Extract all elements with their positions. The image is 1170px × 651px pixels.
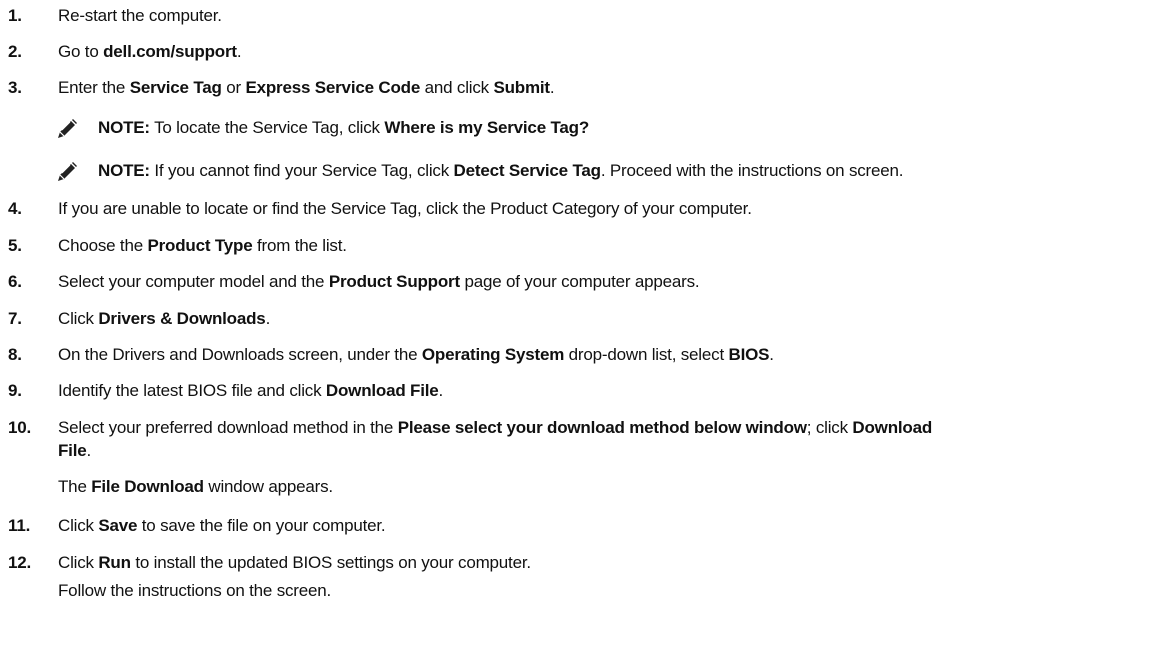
text-run: . Proceed with the instructions on scree… — [600, 161, 904, 180]
text-run: to save the file on your computer. — [137, 516, 386, 535]
bold-run: Product Type — [147, 236, 253, 255]
text-run: Choose the — [58, 236, 148, 255]
text-run: . — [438, 381, 444, 400]
note-text: NOTE: If you cannot find your Service Ta… — [98, 161, 904, 181]
text-run: . — [236, 42, 242, 61]
bold-run: Submit — [493, 78, 550, 97]
bold-run: Express Service Code — [245, 78, 421, 97]
step-text: Enter the Service Tag or Express Service… — [58, 78, 555, 98]
text-run: Select your computer model and the — [58, 272, 329, 291]
text-run: . — [769, 345, 774, 364]
bold-run: Please select your download method below… — [397, 418, 807, 437]
step-number: 8. — [8, 345, 22, 364]
text-run: and click — [420, 78, 494, 97]
step-text: Click Save to save the file on your comp… — [58, 516, 386, 536]
step-number: 3. — [8, 78, 22, 97]
note-label: NOTE: — [98, 118, 150, 137]
text-run: drop-down list, select — [564, 345, 729, 364]
step-text: Choose the Product Type from the list. — [58, 236, 347, 256]
step-text: Select your preferred download method in… — [58, 418, 932, 438]
bold-run: Where is my Service Tag? — [384, 118, 590, 137]
bold-run: Service Tag — [129, 78, 222, 97]
step-text: Identify the latest BIOS file and click … — [58, 381, 443, 401]
text-run: Click — [58, 309, 99, 328]
step-10-result: The File Download window appears. — [58, 477, 333, 497]
note-label: NOTE: — [98, 161, 150, 180]
bold-run: Download — [852, 418, 933, 437]
pencil-note-icon — [58, 119, 77, 138]
text-run: Follow the instructions on the screen. — [58, 581, 332, 600]
step-number: 10. — [8, 418, 32, 437]
step-12-followup: Follow the instructions on the screen. — [58, 581, 331, 601]
text-run: from the list. — [252, 236, 347, 255]
text-run: Select your preferred download method in… — [58, 418, 398, 437]
step-number: 7. — [8, 309, 22, 328]
step-number: 4. — [8, 199, 22, 218]
bold-run: Download File — [325, 381, 439, 400]
step-number: 5. — [8, 236, 22, 255]
bold-run: dell.com/support — [103, 42, 237, 61]
text-run: Click — [58, 553, 99, 572]
text-run: . — [265, 309, 271, 328]
bold-run: Run — [98, 553, 131, 572]
text-run: Go to — [58, 42, 104, 61]
note-text: NOTE: To locate the Service Tag, click W… — [98, 118, 589, 138]
text-run: If you are unable to locate or find the … — [58, 199, 752, 218]
bold-run: Operating System — [421, 345, 565, 364]
step-text: On the Drivers and Downloads screen, und… — [58, 345, 774, 365]
step-number: 11. — [8, 516, 31, 535]
text-run: To locate the Service Tag, click — [149, 118, 385, 137]
step-text: Re-start the computer. — [58, 6, 222, 26]
text-run: If you cannot find your Service Tag, cli… — [149, 161, 454, 180]
bold-run: Product Support — [328, 272, 460, 291]
text-run: page of your computer appears. — [459, 272, 700, 291]
text-run: . — [86, 441, 92, 460]
text-run: Identify the latest BIOS file and click — [58, 381, 326, 400]
step-number: 2. — [8, 42, 22, 61]
step-text: Click Drivers & Downloads. — [58, 309, 270, 329]
text-run: Re-start the computer. — [58, 6, 222, 25]
pencil-note-icon — [58, 162, 77, 181]
step-number: 6. — [8, 272, 22, 291]
bold-run: File Download — [91, 477, 204, 496]
text-run: ; click — [806, 418, 853, 437]
step-text: Select your computer model and the Produ… — [58, 272, 700, 292]
text-run: . — [549, 78, 555, 97]
text-run: On the Drivers and Downloads screen, und… — [58, 345, 422, 364]
step-text: If you are unable to locate or find the … — [58, 199, 752, 219]
step-number: 9. — [8, 381, 22, 400]
bold-run: File — [58, 441, 87, 460]
text-run: to install the updated BIOS settings on … — [130, 553, 531, 572]
bold-run: Save — [98, 516, 138, 535]
text-run: The — [58, 477, 92, 496]
bold-run: Drivers & Downloads — [98, 309, 266, 328]
bold-run: Detect Service Tag — [453, 161, 601, 180]
text-run: window appears. — [203, 477, 333, 496]
step-number: 12. — [8, 553, 32, 572]
bold-run: BIOS — [728, 345, 770, 364]
text-run: Click — [58, 516, 99, 535]
step-text: Go to dell.com/support. — [58, 42, 242, 62]
text-run: or — [221, 78, 246, 97]
text-run: Enter the — [58, 78, 130, 97]
step-10-continuation: File. — [58, 441, 91, 461]
document-page: 1. Re-start the computer. 2. Go to dell.… — [0, 0, 1170, 651]
step-text: Click Run to install the updated BIOS se… — [58, 553, 531, 573]
step-number: 1. — [8, 6, 22, 25]
